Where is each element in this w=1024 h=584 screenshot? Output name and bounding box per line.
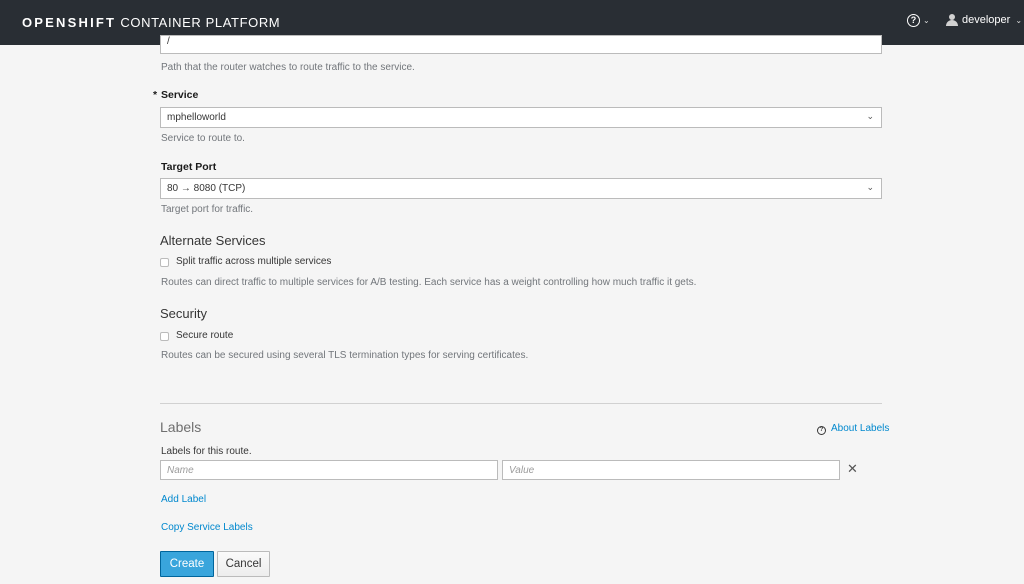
chevron-down-icon: ⌄	[866, 111, 874, 121]
service-selected: mphelloworld	[167, 112, 226, 123]
help-menu[interactable]: ? ⌄	[907, 14, 930, 27]
chevron-down-icon: ⌄	[866, 182, 874, 192]
required-marker: *	[153, 89, 158, 101]
labels-help: Labels for this route.	[161, 446, 252, 457]
service-help: Service to route to.	[161, 133, 245, 144]
create-button[interactable]: Create	[160, 551, 214, 577]
help-circle-icon: ?	[907, 14, 920, 27]
brand-bold: OPENSHIFT	[22, 15, 117, 30]
chevron-down-icon: ⌄	[923, 16, 930, 25]
copy-service-labels-link[interactable]: Copy Service Labels	[161, 522, 253, 533]
cancel-button[interactable]: Cancel	[217, 551, 270, 577]
target-port-select[interactable]: 80 → 8080 (TCP) ⌄	[160, 178, 882, 199]
close-icon[interactable]: ✕	[847, 461, 858, 477]
path-help: Path that the router watches to route tr…	[161, 62, 415, 73]
labels-title: Labels	[160, 419, 202, 435]
target-port-help: Target port for traffic.	[161, 204, 254, 215]
brand-logo[interactable]: OPENSHIFT CONTAINER PLATFORM	[22, 15, 280, 30]
security-help: Routes can be secured using several TLS …	[161, 350, 529, 361]
target-port-label: Target Port	[161, 161, 217, 173]
about-labels-link[interactable]: ? About Labels	[817, 423, 889, 435]
path-input[interactable]: /	[160, 35, 882, 54]
brand-rest: CONTAINER PLATFORM	[116, 15, 281, 30]
section-divider	[160, 403, 882, 404]
chevron-down-icon: ⌄	[1015, 15, 1023, 25]
service-label: * Service	[153, 89, 199, 101]
split-traffic-label[interactable]: Split traffic across multiple services	[176, 256, 331, 267]
add-label-link[interactable]: Add Label	[161, 494, 206, 505]
secure-route-checkbox[interactable]	[160, 332, 169, 341]
split-traffic-checkbox[interactable]	[160, 258, 169, 267]
target-port-selected: 80 → 8080 (TCP)	[167, 183, 246, 194]
service-select[interactable]: mphelloworld ⌄	[160, 107, 882, 128]
label-name-input[interactable]: Name	[160, 460, 498, 480]
security-title: Security	[160, 306, 207, 321]
alternate-services-title: Alternate Services	[160, 233, 266, 248]
label-value-input[interactable]: Value	[502, 460, 840, 480]
help-circle-icon: ?	[817, 426, 826, 435]
user-icon	[946, 14, 958, 26]
secure-route-label[interactable]: Secure route	[176, 330, 233, 341]
user-menu[interactable]: developer ⌄	[946, 14, 1022, 26]
username: developer	[962, 14, 1011, 26]
alternate-services-help: Routes can direct traffic to multiple se…	[161, 277, 697, 288]
path-value: /	[167, 36, 170, 47]
